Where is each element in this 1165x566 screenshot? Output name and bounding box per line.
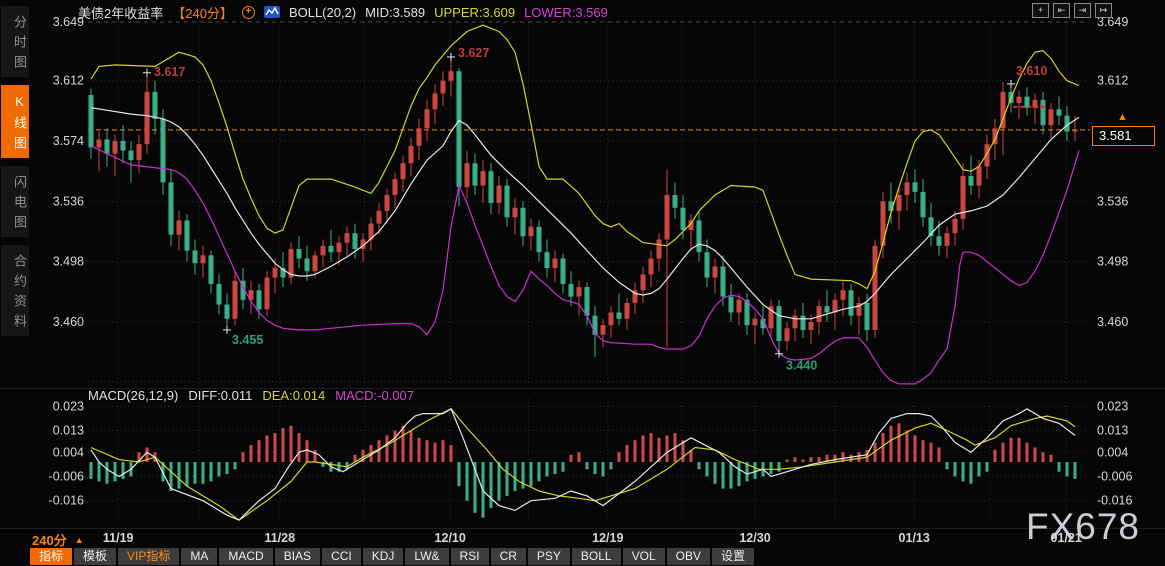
toolbar-tab-lw[interactable]: LW& bbox=[405, 548, 448, 565]
axis-tick-label: 0.013 bbox=[53, 424, 84, 438]
expand-x-icon[interactable]: ⇥ bbox=[1074, 3, 1091, 18]
toolbar-tab-indicator[interactable]: 指标 bbox=[30, 548, 72, 565]
boll-label: BOLL(20,2) bbox=[289, 5, 356, 20]
macd-macd-value: MACD:-0.007 bbox=[335, 388, 414, 403]
pan-right-icon[interactable]: ↦ bbox=[1095, 3, 1112, 18]
kline-chart-canvas[interactable]: 3.6173.6273.6103.4553.4403.6493.6123.574… bbox=[0, 0, 1165, 566]
interval-selector[interactable]: 240分 ▲ bbox=[32, 530, 84, 549]
chart-type-sidebar: 分时图 K线图闪电图合约资料 bbox=[0, 6, 30, 344]
crosshair-icon[interactable]: + bbox=[1032, 3, 1049, 18]
macd-title: MACD(26,12,9) bbox=[88, 388, 178, 403]
grid-layer bbox=[0, 22, 1165, 529]
toolbar-tab-kdj[interactable]: KDJ bbox=[363, 548, 404, 565]
symbol-title: 美债2年收益率 bbox=[78, 3, 163, 22]
macd-header: MACD(26,12,9) DIFF:0.011 DEA:0.014 MACD:… bbox=[88, 388, 414, 403]
axis-tick-label: -0.006 bbox=[49, 470, 84, 484]
indicator-toolbar: 指标模板VIP指标MAMACDBIASCCIKDJLW&RSICRPSYBOLL… bbox=[30, 548, 754, 565]
interval-label[interactable]: 240分 bbox=[32, 530, 67, 549]
toolbar-tab-cci[interactable]: CCI bbox=[322, 548, 361, 565]
toolbar-tab-cr[interactable]: CR bbox=[491, 548, 526, 565]
interval-arrow-icon[interactable]: ▲ bbox=[75, 535, 84, 545]
axis-tick-label: 3.612 bbox=[1097, 74, 1128, 88]
axis-tick-label: 12/10 bbox=[435, 531, 466, 545]
axis-tick-label: -0.016 bbox=[49, 494, 84, 508]
boll-lower-line bbox=[91, 146, 1079, 384]
price-annotation: 3.627 bbox=[458, 46, 489, 60]
diff-line bbox=[91, 409, 1075, 520]
axis-tick-label: 11/28 bbox=[265, 531, 296, 545]
boll-lower-value: LOWER:3.569 bbox=[524, 5, 608, 20]
axis-tick-label: 3.460 bbox=[53, 315, 84, 329]
toolbar-tab-boll[interactable]: BOLL bbox=[572, 548, 621, 565]
toolbar-tab-ma[interactable]: MA bbox=[181, 548, 217, 565]
sidebar-item-contract-info[interactable]: 合约资料 bbox=[1, 245, 29, 336]
axis-tick-label: 01/13 bbox=[899, 531, 930, 545]
sidebar-item-kline-chart[interactable]: K线图 bbox=[1, 85, 29, 158]
axis-tick-label: 0.023 bbox=[53, 399, 84, 413]
axis-tick-label: 3.498 bbox=[1097, 255, 1128, 269]
axis-tick-label: 12/19 bbox=[592, 531, 623, 545]
dea-line bbox=[91, 409, 1075, 520]
window-controls: + ⇤ ⇥ ↦ bbox=[1032, 3, 1112, 18]
chart-header: 美债2年收益率 【240分】 + BOLL(20,2) MID:3.589 UP… bbox=[78, 4, 608, 20]
toolbar-tab-macd[interactable]: MACD bbox=[219, 548, 272, 565]
sidebar-item-minute-chart[interactable]: 分时图 bbox=[1, 6, 29, 77]
price-annotation: 3.440 bbox=[786, 359, 817, 373]
app-logo-icon bbox=[264, 6, 280, 18]
toolbar-tab-vip-indicator[interactable]: VIP指标 bbox=[118, 548, 179, 565]
axis-tick-label: 3.536 bbox=[53, 194, 84, 208]
macd-layer bbox=[90, 409, 1077, 520]
boll-mid-value: MID:3.589 bbox=[365, 5, 425, 20]
toolbar-tab-psy[interactable]: PSY bbox=[528, 548, 570, 565]
price-up-arrow-icon: ▲ bbox=[1117, 112, 1128, 123]
candlestick-layer bbox=[89, 57, 1078, 357]
alert-plus-icon[interactable]: + bbox=[242, 6, 255, 19]
axis-tick-label: 3.574 bbox=[53, 134, 84, 148]
axis-tick-label: 0.004 bbox=[1097, 445, 1128, 459]
toolbar-tab-template[interactable]: 模板 bbox=[74, 548, 116, 565]
interval-tag[interactable]: 【240分】 bbox=[172, 3, 233, 22]
price-annotation: 3.455 bbox=[232, 333, 263, 347]
sidebar-item-lightning-chart[interactable]: 闪电图 bbox=[1, 166, 29, 237]
boll-upper-value: UPPER:3.609 bbox=[434, 5, 515, 20]
toolbar-tab-vol[interactable]: VOL bbox=[623, 548, 665, 565]
last-price-tag: 3.581 bbox=[1092, 126, 1155, 146]
price-annotation: 3.617 bbox=[154, 65, 185, 79]
axis-tick-label: 12/30 bbox=[739, 531, 770, 545]
price-annotation: 3.610 bbox=[1016, 64, 1047, 78]
macd-dea-value: DEA:0.014 bbox=[262, 388, 325, 403]
watermark: FX678 bbox=[1026, 506, 1140, 548]
axis-tick-label: 0.004 bbox=[53, 445, 84, 459]
trading-terminal: 3.6173.6273.6103.4553.4403.6493.6123.574… bbox=[0, 0, 1165, 566]
toolbar-tab-bias[interactable]: BIAS bbox=[275, 548, 320, 565]
axis-tick-label: 3.498 bbox=[53, 255, 84, 269]
axis-tick-label: -0.006 bbox=[1097, 470, 1132, 484]
axis-tick-label: 0.013 bbox=[1097, 424, 1128, 438]
axis-tick-label: 0.023 bbox=[1097, 399, 1128, 413]
toolbar-tab-rsi[interactable]: RSI bbox=[451, 548, 489, 565]
toolbar-tab-settings[interactable]: 设置 bbox=[712, 548, 754, 565]
axis-tick-label: 3.460 bbox=[1097, 315, 1128, 329]
macd-diff-value: DIFF:0.011 bbox=[188, 388, 252, 403]
compress-x-icon[interactable]: ⇤ bbox=[1053, 3, 1070, 18]
toolbar-tab-obv[interactable]: OBV bbox=[667, 548, 710, 565]
axis-tick-label: 3.536 bbox=[1097, 194, 1128, 208]
axis-tick-label: 11/19 bbox=[103, 531, 134, 545]
axis-tick-label: 3.612 bbox=[53, 74, 84, 88]
